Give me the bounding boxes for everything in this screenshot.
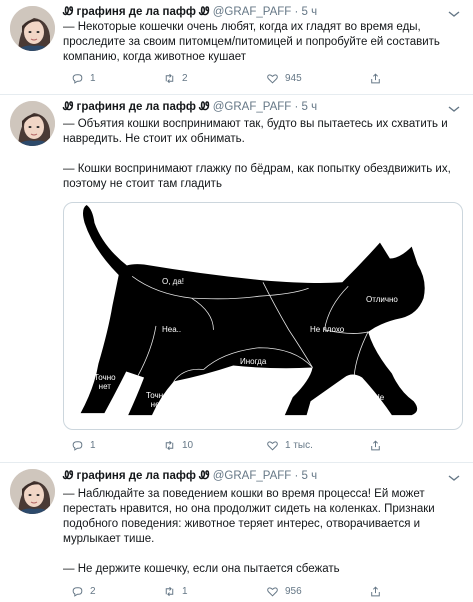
chevron-down-icon[interactable] <box>447 104 461 114</box>
avatar[interactable] <box>10 469 55 514</box>
tweet-1[interactable]: Ꮺ графиня де ла пафф Ꮺ @GRAF_PAFF · 5 ч … <box>0 0 473 95</box>
tweet-actions: 1 2 945 <box>63 72 463 86</box>
tweet-3[interactable]: Ꮺ графиня де ла пафф Ꮺ @GRAF_PAFF · 5 ч … <box>0 463 473 602</box>
avatar-image <box>10 6 55 51</box>
like-button[interactable]: 945 <box>266 72 302 85</box>
reply-icon <box>72 74 83 84</box>
cat-label-front-leg-1: Не <box>278 399 289 408</box>
tweet-paragraph: — Не держите кошечку, если она пытается … <box>63 563 340 575</box>
avatar[interactable] <box>10 101 55 146</box>
tweet-header: Ꮺ графиня де ла пафф Ꮺ @GRAF_PAFF · 5 ч <box>63 6 317 19</box>
retweet-button[interactable]: 2 <box>163 72 188 85</box>
handle[interactable]: @GRAF_PAFF <box>213 6 292 18</box>
cat-silhouette <box>80 204 425 416</box>
retweet-icon <box>165 586 174 597</box>
like-count: 1 тыс. <box>285 440 313 451</box>
reply-button[interactable]: 1 <box>71 439 96 452</box>
share-icon <box>371 586 380 597</box>
heart-icon <box>267 441 278 451</box>
cat-label-tail: Не <box>86 261 97 270</box>
retweet-button[interactable]: 1 <box>163 585 188 598</box>
share-icon <box>371 73 380 84</box>
reply-count: 1 <box>90 73 96 84</box>
retweet-button[interactable]: 10 <box>163 439 193 452</box>
cat-label-hind-leg: Точно нет <box>146 391 168 409</box>
timestamp[interactable]: · 5 ч <box>295 470 318 482</box>
cat-label-rear-leg: Точно нет <box>94 373 116 391</box>
retweet-icon <box>165 440 174 451</box>
share-button[interactable] <box>369 439 382 452</box>
chevron-down-icon[interactable] <box>447 9 461 19</box>
display-name[interactable]: Ꮺ графиня де ла пафф Ꮺ <box>63 6 210 18</box>
heart-icon <box>267 587 278 597</box>
tweet-actions: 1 10 1 тыс. <box>63 439 463 453</box>
timestamp[interactable]: · 5 ч <box>295 101 318 113</box>
cat-label-head: Отлично <box>366 295 398 304</box>
retweet-count: 10 <box>182 440 194 451</box>
tweet-paragraph: — Наблюдайте за поведением кошки во врем… <box>63 488 435 545</box>
like-button[interactable]: 956 <box>266 585 302 598</box>
share-button[interactable] <box>369 585 382 598</box>
cat-label-middle: Иногда <box>240 357 267 366</box>
tweet-text: — Наблюдайте за поведением кошки во врем… <box>63 487 463 577</box>
tweet-header: Ꮺ графиня де ла пафф Ꮺ @GRAF_PAFF · 5 ч <box>63 470 317 483</box>
reply-icon <box>72 441 83 451</box>
cat-petting-diagram[interactable]: Не О, да! Отлично Неа.. Не плохо Иногда … <box>63 202 463 430</box>
cat-label-chest: Не плохо <box>310 325 345 334</box>
heart-icon <box>267 74 278 84</box>
reply-button[interactable]: 1 <box>71 72 96 85</box>
like-count: 945 <box>285 73 302 84</box>
tweet-text: — Объятия кошки воспринимают так, будто … <box>63 117 463 192</box>
avatar-image <box>10 469 55 514</box>
chevron-down-icon[interactable] <box>447 473 461 483</box>
tweet-actions: 2 1 956 <box>63 585 463 599</box>
retweet-count: 1 <box>182 586 188 597</box>
cat-label-back: О, да! <box>162 277 185 286</box>
share-button[interactable] <box>369 72 382 85</box>
tweet-paragraph: — Кошки воспринимают глажку по бёдрам, к… <box>63 163 451 190</box>
like-button[interactable]: 1 тыс. <box>266 439 313 452</box>
cat-label-front-leg-2: Не <box>374 393 385 402</box>
display-name[interactable]: Ꮺ графиня де ла пафф Ꮺ <box>63 470 210 482</box>
reply-count: 1 <box>90 440 96 451</box>
retweet-count: 2 <box>182 73 188 84</box>
avatar[interactable] <box>10 6 55 51</box>
tweet-2[interactable]: Ꮺ графиня де ла пафф Ꮺ @GRAF_PAFF · 5 ч … <box>0 95 473 463</box>
retweet-icon <box>165 73 174 84</box>
reply-count: 2 <box>90 586 96 597</box>
display-name[interactable]: Ꮺ графиня де ла пафф Ꮺ <box>63 101 210 113</box>
timestamp[interactable]: · 5 ч <box>295 6 318 18</box>
handle[interactable]: @GRAF_PAFF <box>213 470 292 482</box>
tweet-header: Ꮺ графиня де ла пафф Ꮺ @GRAF_PAFF · 5 ч <box>63 101 317 114</box>
like-count: 956 <box>285 586 302 597</box>
share-icon <box>371 440 380 451</box>
reply-button[interactable]: 2 <box>71 585 96 598</box>
cat-label-belly: Неа.. <box>162 325 182 334</box>
tweet-paragraph: — Объятия кошки воспринимают так, будто … <box>63 118 448 145</box>
tweet-paragraph: — Некоторые кошечки очень любят, когда и… <box>63 21 440 63</box>
reply-icon <box>72 587 83 597</box>
handle[interactable]: @GRAF_PAFF <box>213 101 292 113</box>
avatar-image <box>10 101 55 146</box>
tweet-text: — Некоторые кошечки очень любят, когда и… <box>63 20 463 65</box>
